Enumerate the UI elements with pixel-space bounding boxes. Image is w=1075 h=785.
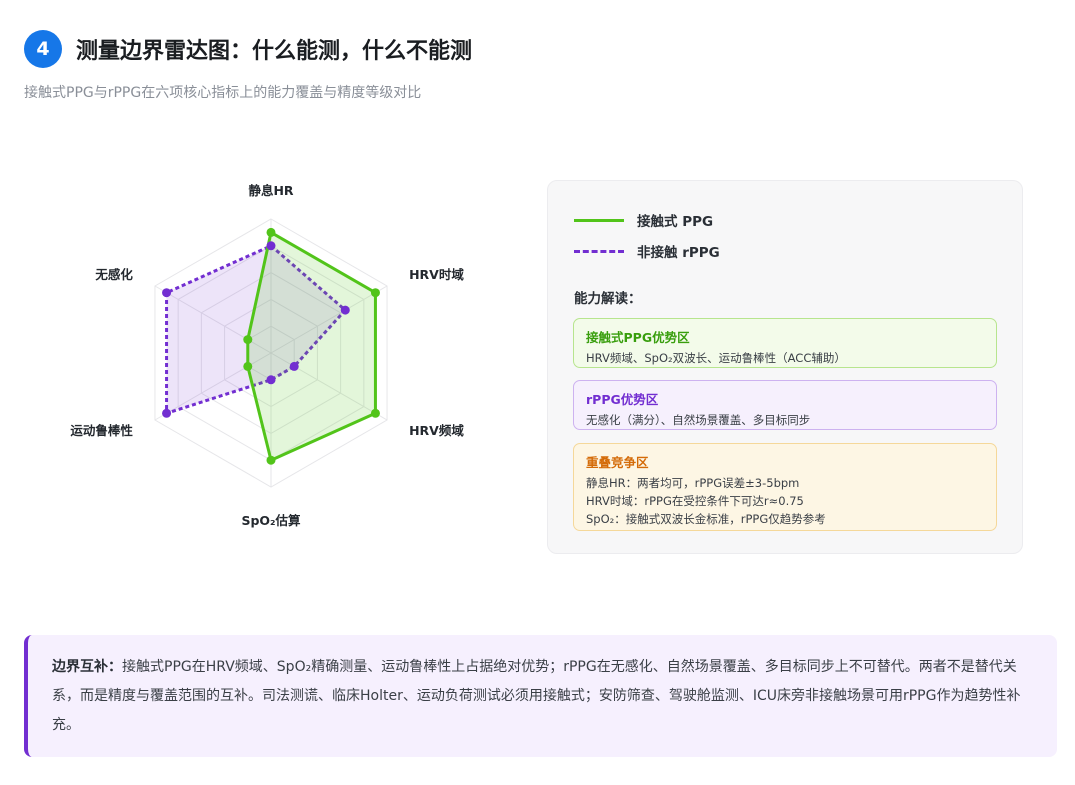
series-point-rppg bbox=[162, 288, 172, 298]
series-point-contact-ppg bbox=[266, 227, 276, 237]
zone-desc: HRV时域：rPPG在受控条件下可达r≈0.75 bbox=[586, 494, 804, 508]
series-point-contact-ppg bbox=[243, 335, 253, 345]
section-header: 4 测量边界雷达图：什么能测，什么不能测 bbox=[24, 30, 472, 68]
legend-panel: 接触式 PPG 非接触 rPPG 能力解读： 接触式PPG优势区 HRV频域、S… bbox=[547, 180, 1023, 554]
section-title: 测量边界雷达图：什么能测，什么不能测 bbox=[76, 39, 473, 64]
series-point-rppg bbox=[162, 408, 172, 418]
zone-desc: SpO₂：接触式双波长金标准，rPPG仅趋势参考 bbox=[586, 512, 826, 526]
zone-title: rPPG优势区 bbox=[586, 392, 659, 407]
axis-label: 静息HR bbox=[248, 183, 293, 198]
legend-item-contact: 接触式 PPG bbox=[574, 210, 713, 230]
series-point-rppg bbox=[340, 305, 350, 315]
zone-overlap: 重叠竞争区 静息HR：两者均可，rPPG误差±3-5bpm HRV时域：rPPG… bbox=[573, 443, 997, 531]
series-point-contact-ppg bbox=[243, 361, 253, 371]
section-subtitle: 接触式PPG与rPPG在六项核心指标上的能力覆盖与精度等级对比 bbox=[24, 85, 422, 101]
summary-note: 边界互补：接触式PPG在HRV频域、SpO₂精确测量、运动鲁棒性上占据绝对优势；… bbox=[24, 635, 1057, 757]
radar-chart: 静息HR HRV时域 HRV频域 SpO₂估算 运动鲁棒性 无感化 bbox=[30, 170, 520, 560]
series-point-rppg bbox=[266, 375, 276, 385]
series-point-rppg bbox=[289, 361, 299, 371]
note-label: 边界互补： bbox=[52, 659, 122, 675]
legend-item-noncontact: 非接触 rPPG bbox=[574, 241, 720, 261]
zone-desc: HRV频域、SpO₂双波长、运动鲁棒性（ACC辅助） bbox=[586, 351, 846, 365]
note-text: 接触式PPG在HRV频域、SpO₂精确测量、运动鲁棒性上占据绝对优势；rPPG在… bbox=[52, 659, 1021, 733]
legend-solid-line-icon bbox=[574, 218, 624, 222]
axis-label: HRV频域 bbox=[409, 423, 464, 438]
axis-label: SpO₂估算 bbox=[241, 513, 301, 528]
legend-label-contact: 接触式 PPG bbox=[637, 214, 714, 230]
series-point-rppg bbox=[266, 241, 276, 251]
zone-contact-advantage: 接触式PPG优势区 HRV频域、SpO₂双波长、运动鲁棒性（ACC辅助） bbox=[573, 318, 997, 368]
axis-label: 无感化 bbox=[94, 267, 133, 282]
series-point-contact-ppg bbox=[370, 288, 380, 298]
axis-label: 运动鲁棒性 bbox=[70, 423, 133, 438]
radar-chart-svg: 静息HR HRV时域 HRV频域 SpO₂估算 运动鲁棒性 无感化 bbox=[70, 183, 464, 528]
zone-desc: 静息HR：两者均可，rPPG误差±3-5bpm bbox=[586, 476, 800, 490]
series-point-contact-ppg bbox=[370, 408, 380, 418]
axis-label: HRV时域 bbox=[409, 267, 464, 282]
series-point-contact-ppg bbox=[266, 455, 276, 465]
series-area-contact-ppg bbox=[246, 230, 377, 462]
zone-desc: 无感化（满分）、自然场景覆盖、多目标同步 bbox=[586, 413, 811, 427]
interpretation-title: 能力解读： bbox=[574, 291, 642, 307]
step-number-badge: 4 bbox=[24, 30, 62, 68]
legend-dashed-line-icon bbox=[574, 249, 624, 253]
zone-title: 接触式PPG优势区 bbox=[586, 330, 690, 345]
zone-title: 重叠竞争区 bbox=[586, 455, 649, 470]
zone-rppg-advantage: rPPG优势区 无感化（满分）、自然场景覆盖、多目标同步 bbox=[573, 380, 997, 430]
legend-label-noncontact: 非接触 rPPG bbox=[637, 245, 720, 261]
